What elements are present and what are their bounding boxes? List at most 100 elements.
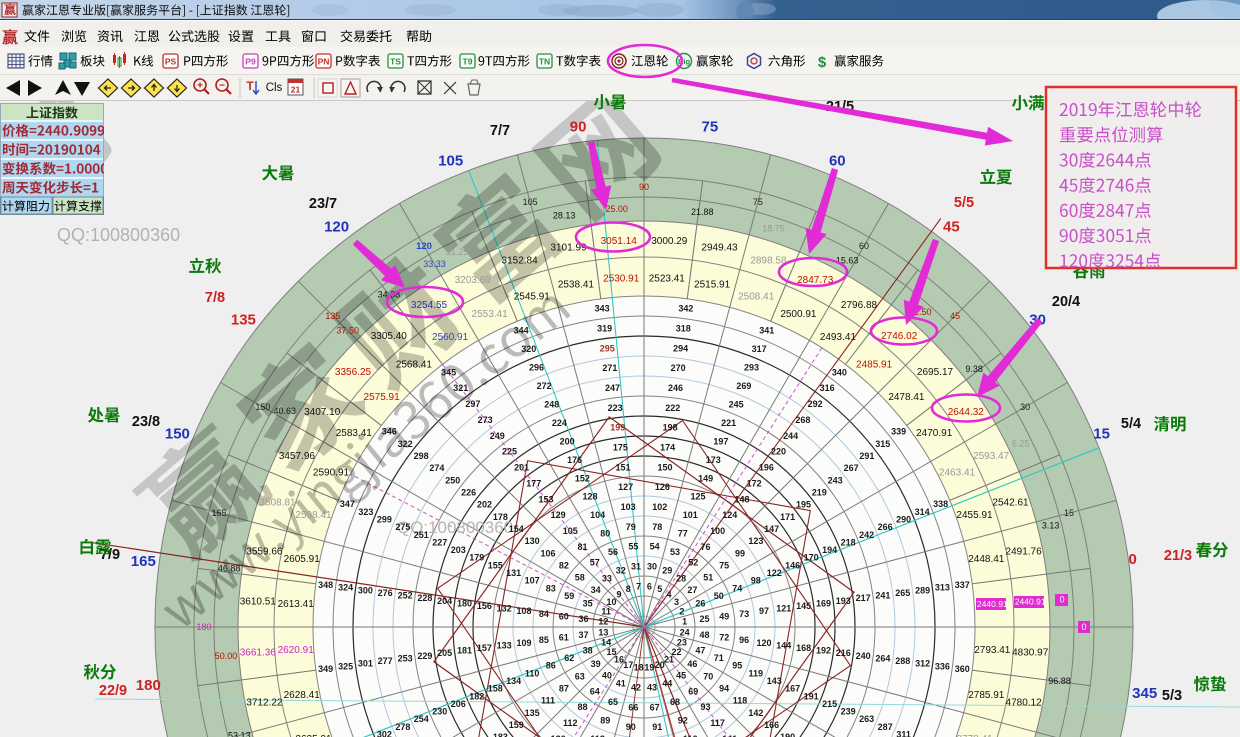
svg-text:43.75: 43.75 [235,489,258,499]
svg-text:203: 203 [451,545,466,555]
svg-text:179: 179 [469,553,484,563]
svg-text:360: 360 [955,664,970,674]
svg-text:276: 276 [378,588,393,598]
svg-text:296: 296 [529,362,544,372]
svg-text:2593.47: 2593.47 [973,451,1010,462]
svg-text:62: 62 [564,653,574,663]
svg-text:2583.41: 2583.41 [336,428,373,439]
svg-text:2542.61: 2542.61 [992,498,1029,509]
svg-text:3610.51: 3610.51 [240,597,277,608]
svg-text:31: 31 [631,562,641,572]
svg-text:230: 230 [432,707,447,717]
svg-text:135: 135 [325,311,340,321]
svg-text:3457.96: 3457.96 [279,451,316,462]
svg-text:3712.22: 3712.22 [246,698,283,709]
svg-text:287: 287 [878,722,893,732]
svg-text:90: 90 [570,118,587,135]
svg-text:2455.91: 2455.91 [956,510,993,521]
svg-text:183: 183 [493,732,508,737]
svg-text:94: 94 [719,684,729,694]
svg-text:65: 65 [608,697,618,707]
svg-text:245: 245 [729,399,744,409]
svg-text:45: 45 [950,311,960,321]
svg-text:32: 32 [616,566,626,576]
svg-text:2491.76: 2491.76 [1006,547,1043,558]
svg-text:290: 290 [896,515,911,525]
svg-text:8: 8 [626,584,631,594]
svg-text:311: 311 [896,730,911,737]
svg-text:201: 201 [514,463,529,473]
svg-text:228: 228 [417,593,432,603]
svg-text:103: 103 [621,502,636,512]
svg-text:71: 71 [714,653,724,663]
svg-text:288: 288 [895,656,910,666]
svg-text:205: 205 [437,648,452,658]
svg-text:46.88: 46.88 [218,564,241,574]
svg-text:314: 314 [915,507,930,517]
svg-text:18.75: 18.75 [762,224,785,234]
svg-text:2523.41: 2523.41 [649,274,686,285]
svg-text:2695.17: 2695.17 [917,367,954,378]
svg-text:66: 66 [628,702,638,712]
svg-text:142: 142 [748,708,763,718]
svg-text:192: 192 [816,646,831,656]
svg-text:220: 220 [771,447,786,457]
svg-text:295: 295 [600,343,615,353]
svg-text:101: 101 [683,510,698,520]
svg-text:107: 107 [525,576,540,586]
svg-text:28: 28 [676,574,686,584]
svg-text:166: 166 [764,720,779,730]
svg-text:79: 79 [626,522,636,532]
svg-text:2568.41: 2568.41 [396,360,433,371]
svg-text:299: 299 [377,515,392,525]
svg-text:80: 80 [600,529,610,539]
svg-text:57: 57 [590,558,600,568]
svg-text:91: 91 [652,722,662,732]
svg-text:5/5: 5/5 [954,195,974,211]
svg-text:204: 204 [437,596,452,606]
svg-text:278: 278 [395,722,410,732]
svg-text:243: 243 [828,475,843,485]
svg-text:112: 112 [563,718,578,728]
svg-text:9: 9 [616,590,621,600]
svg-text:273: 273 [478,415,493,425]
svg-text:313: 313 [935,583,950,593]
svg-text:5/3: 5/3 [1162,688,1182,704]
svg-text:96: 96 [739,635,749,645]
svg-text:110: 110 [525,668,540,678]
svg-text:2644.32: 2644.32 [948,407,985,418]
svg-text:2898.58: 2898.58 [750,256,787,267]
svg-text:120: 120 [756,638,771,648]
svg-text:297: 297 [465,399,480,409]
svg-text:3203.69: 3203.69 [455,275,492,286]
svg-text:302: 302 [377,730,392,737]
svg-text:98: 98 [751,576,761,586]
svg-text:181: 181 [457,646,472,656]
svg-text:29: 29 [662,566,672,576]
svg-text:2553.41: 2553.41 [472,309,509,320]
svg-text:223: 223 [608,403,623,413]
svg-text:83: 83 [546,583,556,593]
svg-text:2746.02: 2746.02 [881,331,918,342]
svg-text:131: 131 [506,568,521,578]
svg-text:22/9: 22/9 [99,683,127,699]
svg-text:127: 127 [618,482,633,492]
svg-text:268: 268 [795,415,810,425]
svg-text:23/8: 23/8 [132,414,160,430]
svg-text:105: 105 [438,152,463,169]
svg-text:324: 324 [338,583,353,593]
svg-text:0: 0 [1081,622,1086,632]
svg-text:2530.91: 2530.91 [603,274,640,285]
svg-text:119: 119 [749,668,764,678]
svg-text:7: 7 [636,581,641,591]
svg-text:224: 224 [552,418,567,428]
svg-text:167: 167 [785,684,800,694]
svg-text:133: 133 [497,640,512,650]
svg-text:300: 300 [358,585,373,595]
svg-text:294: 294 [673,343,688,353]
svg-text:347: 347 [340,499,355,509]
svg-text:155: 155 [488,560,503,570]
svg-text:64: 64 [590,686,600,696]
svg-text:171: 171 [780,512,795,522]
svg-text:2620.91: 2620.91 [278,645,315,656]
